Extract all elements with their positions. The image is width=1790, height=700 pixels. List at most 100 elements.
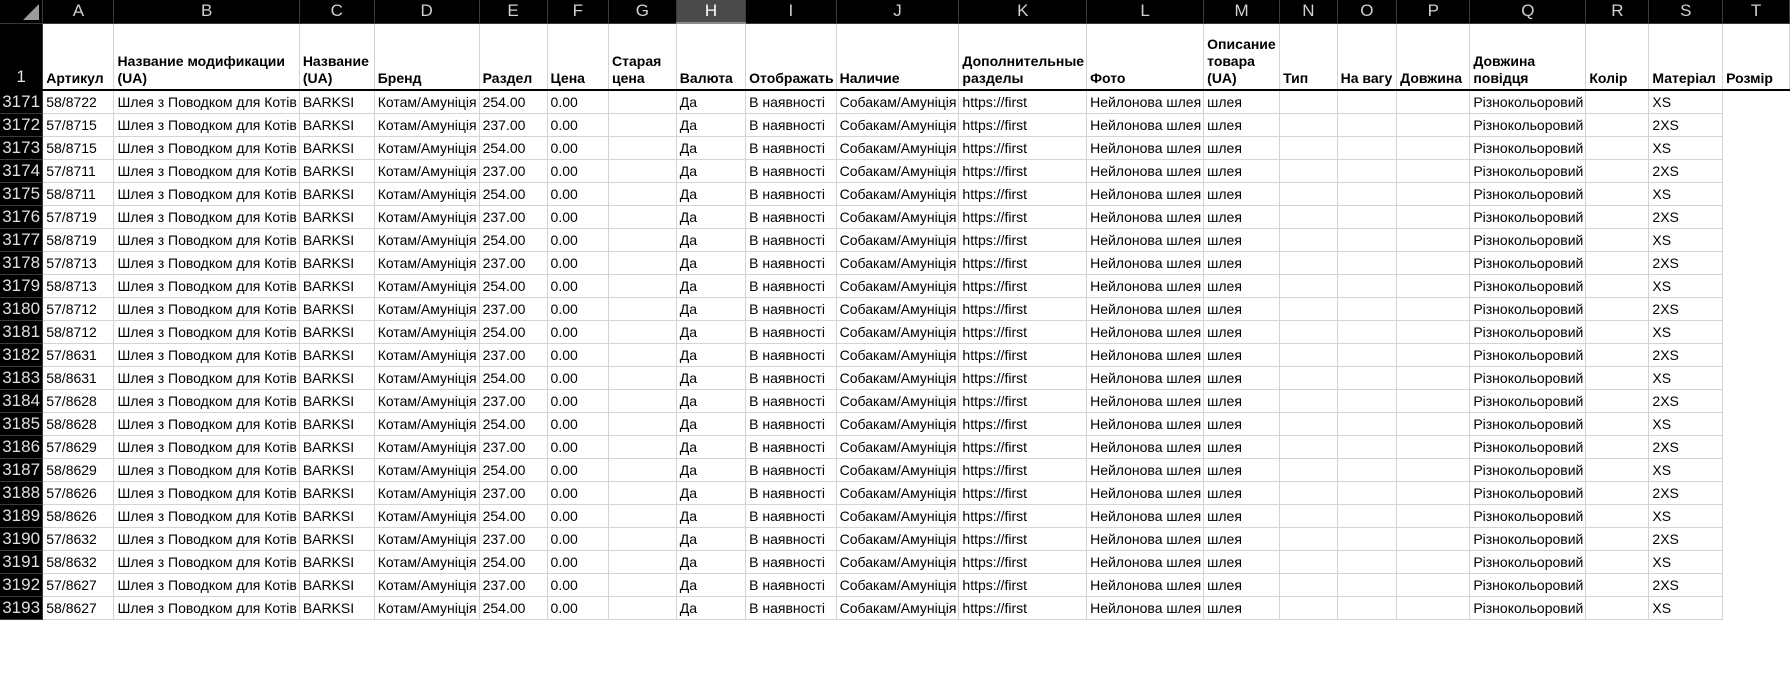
cell-a[interactable]: 57/8628 [42, 389, 115, 413]
cell-n[interactable] [1279, 343, 1338, 367]
cell-r[interactable] [1585, 435, 1650, 459]
cell-q[interactable]: Різнокольоровий [1469, 573, 1587, 597]
cell-m[interactable]: шлея [1203, 136, 1281, 160]
cell-e[interactable]: 254.00 [479, 90, 548, 114]
cell-p[interactable] [1396, 159, 1471, 183]
row-number[interactable]: 3190 [0, 527, 44, 551]
cell-j[interactable]: Собакам/Амуніція [836, 274, 960, 298]
cell-n[interactable] [1279, 527, 1338, 551]
cell-d[interactable]: Котам/Амуніція [374, 343, 480, 367]
cell-q[interactable]: Різнокольоровий [1469, 458, 1587, 482]
header-cell-l[interactable]: Фото [1086, 23, 1205, 91]
cell-n[interactable] [1279, 159, 1338, 183]
cell-m[interactable]: шлея [1203, 435, 1281, 459]
cell-l[interactable]: Нейлонова шлея [1086, 550, 1205, 574]
cell-h[interactable]: Да [676, 113, 747, 137]
cell-g[interactable] [608, 343, 677, 367]
cell-p[interactable] [1396, 228, 1471, 252]
cell-p[interactable] [1396, 458, 1471, 482]
column-header-m[interactable]: M [1203, 0, 1281, 24]
cell-c[interactable]: BARKSI [299, 458, 375, 482]
cell-c[interactable]: BARKSI [299, 389, 375, 413]
row-number[interactable]: 3180 [0, 297, 44, 321]
cell-f[interactable]: 0.00 [547, 458, 610, 482]
cell-m[interactable]: шлея [1203, 205, 1281, 229]
cell-c[interactable]: BARKSI [299, 527, 375, 551]
cell-c[interactable]: BARKSI [299, 228, 375, 252]
cell-r[interactable] [1585, 596, 1650, 620]
cell-k[interactable]: https://first [958, 435, 1088, 459]
cell-s[interactable]: 2XS [1648, 297, 1724, 321]
cell-o[interactable] [1337, 412, 1398, 436]
cell-e[interactable]: 254.00 [479, 412, 548, 436]
header-cell-p[interactable]: Довжина [1396, 23, 1471, 91]
cell-a[interactable]: 57/8629 [42, 435, 115, 459]
column-header-r[interactable]: R [1585, 0, 1650, 24]
cell-s[interactable]: XS [1648, 596, 1724, 620]
cell-s[interactable]: 2XS [1648, 527, 1724, 551]
cell-d[interactable]: Котам/Амуніція [374, 504, 480, 528]
cell-k[interactable]: https://first [958, 159, 1088, 183]
cell-g[interactable] [608, 596, 677, 620]
cell-e[interactable]: 237.00 [479, 389, 548, 413]
row-number[interactable]: 3184 [0, 389, 44, 413]
cell-q[interactable]: Різнокольоровий [1469, 90, 1587, 114]
cell-q[interactable]: Різнокольоровий [1469, 366, 1587, 390]
cell-o[interactable] [1337, 182, 1398, 206]
cell-m[interactable]: шлея [1203, 159, 1281, 183]
cell-k[interactable]: https://first [958, 297, 1088, 321]
cell-p[interactable] [1396, 527, 1471, 551]
cell-k[interactable]: https://first [958, 504, 1088, 528]
cell-g[interactable] [608, 458, 677, 482]
column-header-g[interactable]: G [608, 0, 677, 24]
row-number[interactable]: 3188 [0, 481, 44, 505]
cell-m[interactable]: шлея [1203, 412, 1281, 436]
cell-j[interactable]: Собакам/Амуніція [836, 320, 960, 344]
cell-g[interactable] [608, 90, 677, 114]
row-number[interactable]: 3175 [0, 182, 44, 206]
cell-r[interactable] [1585, 527, 1650, 551]
cell-p[interactable] [1396, 297, 1471, 321]
cell-a[interactable]: 57/8712 [42, 297, 115, 321]
cell-m[interactable]: шлея [1203, 90, 1281, 114]
cell-l[interactable]: Нейлонова шлея [1086, 596, 1205, 620]
cell-b[interactable]: Шлея з Поводком для Котів [113, 458, 300, 482]
cell-d[interactable]: Котам/Амуніція [374, 136, 480, 160]
cell-i[interactable]: В наявності [745, 297, 837, 321]
cell-s[interactable]: XS [1648, 412, 1724, 436]
cell-g[interactable] [608, 274, 677, 298]
cell-s[interactable]: 2XS [1648, 435, 1724, 459]
cell-l[interactable]: Нейлонова шлея [1086, 205, 1205, 229]
cell-h[interactable]: Да [676, 251, 747, 275]
cell-d[interactable]: Котам/Амуніція [374, 159, 480, 183]
column-header-j[interactable]: J [836, 0, 960, 24]
row-number[interactable]: 3178 [0, 251, 44, 275]
cell-h[interactable]: Да [676, 182, 747, 206]
row-number[interactable]: 3187 [0, 458, 44, 482]
cell-g[interactable] [608, 481, 677, 505]
cell-i[interactable]: В наявності [745, 274, 837, 298]
cell-p[interactable] [1396, 366, 1471, 390]
cell-n[interactable] [1279, 182, 1338, 206]
header-cell-t[interactable]: Розмір [1722, 23, 1790, 91]
header-cell-f[interactable]: Цена [547, 23, 610, 91]
cell-k[interactable]: https://first [958, 366, 1088, 390]
cell-n[interactable] [1279, 297, 1338, 321]
cell-h[interactable]: Да [676, 435, 747, 459]
cell-j[interactable]: Собакам/Амуніція [836, 159, 960, 183]
cell-a[interactable]: 58/8632 [42, 550, 115, 574]
cell-r[interactable] [1585, 297, 1650, 321]
cell-e[interactable]: 254.00 [479, 274, 548, 298]
cell-i[interactable]: В наявності [745, 366, 837, 390]
cell-f[interactable]: 0.00 [547, 320, 610, 344]
cell-k[interactable]: https://first [958, 320, 1088, 344]
cell-b[interactable]: Шлея з Поводком для Котів [113, 343, 300, 367]
cell-d[interactable]: Котам/Амуніція [374, 320, 480, 344]
cell-c[interactable]: BARKSI [299, 320, 375, 344]
cell-k[interactable]: https://first [958, 251, 1088, 275]
cell-n[interactable] [1279, 481, 1338, 505]
row-number[interactable]: 3193 [0, 596, 44, 620]
cell-i[interactable]: В наявності [745, 182, 837, 206]
cell-q[interactable]: Різнокольоровий [1469, 596, 1587, 620]
cell-g[interactable] [608, 573, 677, 597]
